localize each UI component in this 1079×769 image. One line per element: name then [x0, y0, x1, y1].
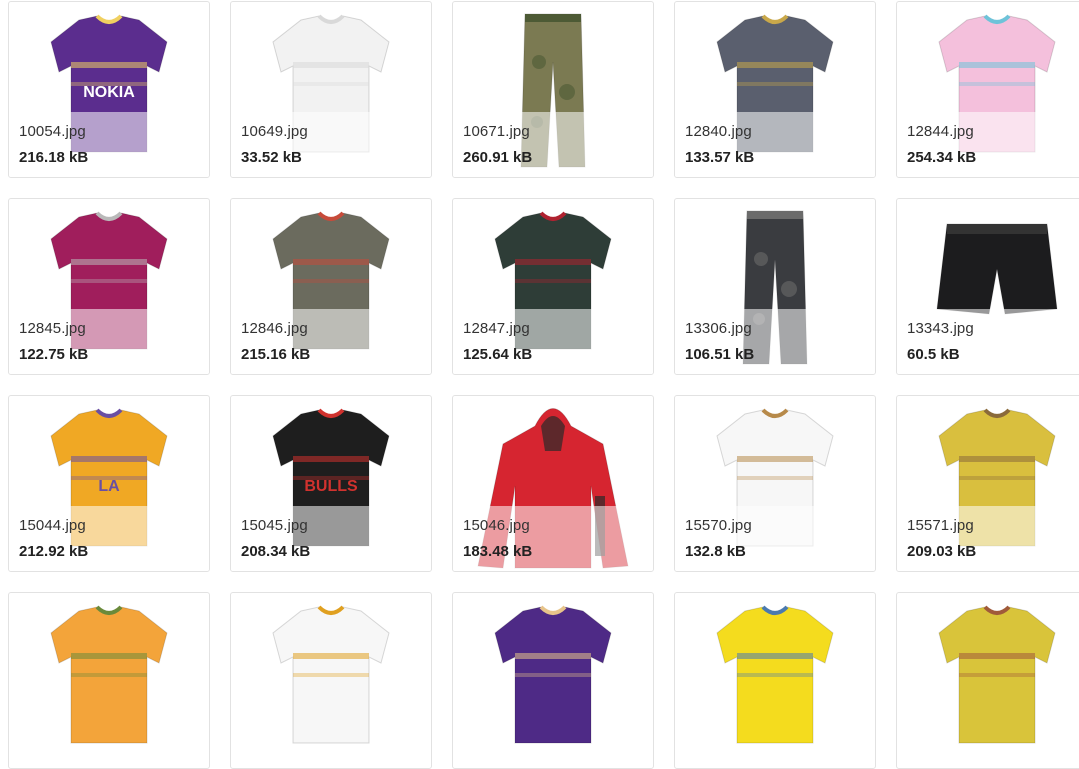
file-info: 12844.jpg 254.34 kB: [897, 112, 1079, 177]
file-size: 216.18 kB: [19, 149, 89, 166]
file-name: 15044.jpg: [19, 517, 86, 534]
file-card[interactable]: [674, 592, 876, 769]
file-card[interactable]: 12840.jpg 133.57 kB: [674, 1, 876, 178]
file-name: 12845.jpg: [19, 320, 86, 337]
svg-text:BULLS: BULLS: [304, 478, 358, 495]
file-name: 12846.jpg: [241, 320, 308, 337]
file-card[interactable]: 13306.jpg 106.51 kB: [674, 198, 876, 375]
file-card[interactable]: [452, 592, 654, 769]
file-size: 133.57 kB: [685, 149, 755, 166]
file-info: 15570.jpg 132.8 kB: [675, 506, 875, 571]
file-card[interactable]: 12844.jpg 254.34 kB: [896, 1, 1079, 178]
file-info: 13343.jpg 60.5 kB: [897, 309, 1079, 374]
file-info: 12845.jpg 122.75 kB: [9, 309, 209, 374]
file-size: 212.92 kB: [19, 543, 89, 560]
file-size: 132.8 kB: [685, 543, 746, 560]
file-size: 254.34 kB: [907, 149, 977, 166]
file-size: 183.48 kB: [463, 543, 533, 560]
file-name: 12840.jpg: [685, 123, 752, 140]
file-card[interactable]: 12846.jpg 215.16 kB: [230, 198, 432, 375]
file-card[interactable]: NOKIA 10054.jpg 216.18 kB: [8, 1, 210, 178]
file-size: 106.51 kB: [685, 346, 755, 363]
svg-text:NOKIA: NOKIA: [83, 84, 135, 101]
file-info: 15045.jpg 208.34 kB: [231, 506, 431, 571]
file-name: 13306.jpg: [685, 320, 752, 337]
file-card[interactable]: 13343.jpg 60.5 kB: [896, 198, 1079, 375]
file-card[interactable]: [8, 592, 210, 769]
file-card[interactable]: 15046.jpg 183.48 kB: [452, 395, 654, 572]
file-name: 12847.jpg: [463, 320, 530, 337]
file-card[interactable]: LA 15044.jpg 212.92 kB: [8, 395, 210, 572]
file-card[interactable]: 10671.jpg 260.91 kB: [452, 1, 654, 178]
file-name: 15046.jpg: [463, 517, 530, 534]
file-name: 15045.jpg: [241, 517, 308, 534]
file-info: 12846.jpg 215.16 kB: [231, 309, 431, 374]
file-info: 15044.jpg 212.92 kB: [9, 506, 209, 571]
file-info: 10649.jpg 33.52 kB: [231, 112, 431, 177]
file-size: 122.75 kB: [19, 346, 89, 363]
file-card[interactable]: BULLS 15045.jpg 208.34 kB: [230, 395, 432, 572]
file-name: 15570.jpg: [685, 517, 752, 534]
file-name: 10054.jpg: [19, 123, 86, 140]
file-info: 12840.jpg 133.57 kB: [675, 112, 875, 177]
file-card[interactable]: [230, 592, 432, 769]
file-info: 15046.jpg 183.48 kB: [453, 506, 653, 571]
tshirt-icon: [9, 593, 209, 768]
file-card[interactable]: 15571.jpg 209.03 kB: [896, 395, 1079, 572]
file-name: 15571.jpg: [907, 517, 974, 534]
tshirt-icon: [897, 593, 1079, 768]
file-info: 10671.jpg 260.91 kB: [453, 112, 653, 177]
tshirt-icon: [453, 593, 653, 768]
file-card[interactable]: 12847.jpg 125.64 kB: [452, 198, 654, 375]
file-size: 215.16 kB: [241, 346, 311, 363]
tshirt-icon: [675, 593, 875, 768]
file-grid: NOKIA 10054.jpg 216.18 kB 10649.jpg 33.52 kB…: [8, 1, 1079, 769]
file-name: 12844.jpg: [907, 123, 974, 140]
file-info: 12847.jpg 125.64 kB: [453, 309, 653, 374]
file-size: 60.5 kB: [907, 346, 960, 363]
tshirt-icon: [231, 593, 431, 768]
file-card[interactable]: 15570.jpg 132.8 kB: [674, 395, 876, 572]
file-name: 10671.jpg: [463, 123, 530, 140]
file-info: 13306.jpg 106.51 kB: [675, 309, 875, 374]
file-name: 13343.jpg: [907, 320, 974, 337]
file-info: 10054.jpg 216.18 kB: [9, 112, 209, 177]
file-card[interactable]: 10649.jpg 33.52 kB: [230, 1, 432, 178]
file-card[interactable]: 12845.jpg 122.75 kB: [8, 198, 210, 375]
file-card[interactable]: [896, 592, 1079, 769]
svg-text:LA: LA: [98, 478, 120, 495]
file-name: 10649.jpg: [241, 123, 308, 140]
file-size: 208.34 kB: [241, 543, 311, 560]
file-size: 260.91 kB: [463, 149, 533, 166]
file-size: 33.52 kB: [241, 149, 302, 166]
file-size: 125.64 kB: [463, 346, 533, 363]
file-info: 15571.jpg 209.03 kB: [897, 506, 1079, 571]
file-size: 209.03 kB: [907, 543, 977, 560]
